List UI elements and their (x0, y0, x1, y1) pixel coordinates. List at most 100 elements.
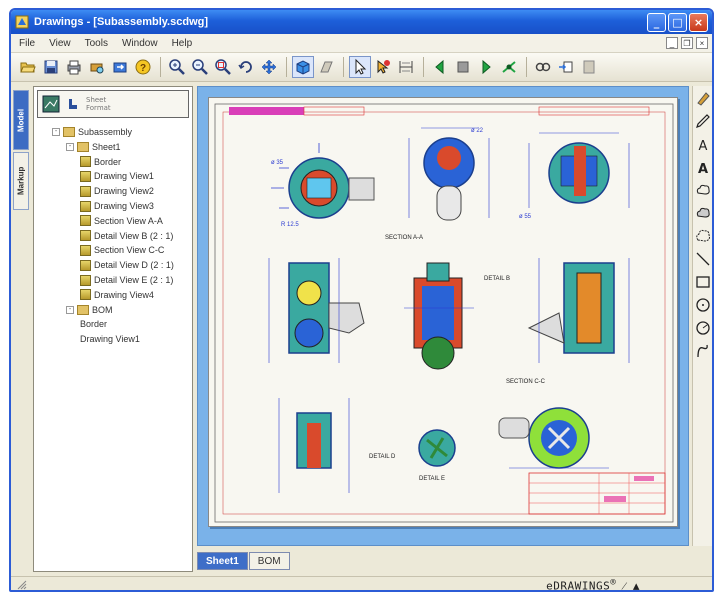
maximize-icon[interactable]: □ (668, 12, 687, 32)
detail-view-e[interactable]: DETAIL E (418, 429, 456, 482)
doc-close-icon[interactable]: × (696, 37, 708, 49)
export-icon[interactable] (109, 56, 131, 78)
tree-item[interactable]: Drawing View1 (80, 332, 140, 346)
help-icon[interactable]: ? (132, 56, 154, 78)
drawing-sheet[interactable]: ø 35 R 12.5 ø 22 ø 55 SECTION A-A DETAIL… (208, 97, 678, 527)
save-icon[interactable] (40, 56, 62, 78)
title-bar[interactable]: Drawings - [Subassembly.scdwg] _ □ × (11, 10, 712, 34)
pan-icon[interactable] (258, 56, 280, 78)
svg-text:ø 22: ø 22 (471, 128, 484, 134)
print-icon[interactable] (63, 56, 85, 78)
next-icon[interactable] (475, 56, 497, 78)
menu-tools[interactable]: Tools (85, 38, 108, 49)
minimize-icon[interactable]: _ (647, 12, 666, 32)
tree-item-label: Detail View B (2 : 1) (94, 230, 174, 241)
stop-icon[interactable] (452, 56, 474, 78)
pencil-icon[interactable] (694, 110, 712, 132)
svg-text:DETAIL B: DETAIL B (484, 276, 510, 282)
detail-view-b[interactable]: DETAIL B (404, 262, 510, 370)
detail-view-d[interactable]: DETAIL D (278, 398, 396, 493)
tree-item[interactable]: Drawing View2 (80, 184, 154, 198)
sheet-view-icon[interactable] (42, 95, 60, 113)
zoom-window-icon[interactable] (212, 56, 234, 78)
section-view-c-c[interactable]: SECTION C-C (506, 258, 630, 385)
rectangle-icon[interactable] (694, 271, 712, 293)
svg-text:DETAIL E: DETAIL E (419, 476, 445, 482)
ellipse-icon[interactable] (694, 317, 712, 339)
doc-restore-icon[interactable]: ❐ (681, 37, 693, 49)
tree-item[interactable]: - BOM (66, 303, 113, 317)
drawing-view-icon (80, 244, 91, 256)
open-icon[interactable] (17, 56, 39, 78)
tree-item[interactable]: Section View C-C (80, 243, 164, 257)
tree-item[interactable]: Detail View B (2 : 1) (80, 229, 173, 243)
tab-bom[interactable]: BOM (248, 552, 290, 570)
wireframe-icon[interactable] (315, 56, 337, 78)
tree-item[interactable]: Drawing View3 (80, 199, 154, 213)
markup-icon[interactable] (694, 87, 712, 109)
circle-icon[interactable] (694, 294, 712, 316)
toolbar-separator (526, 57, 527, 77)
tab-markup[interactable]: Markup (13, 152, 29, 210)
sheet-icon[interactable] (578, 56, 600, 78)
tree-item-label: Subassembly (78, 127, 133, 137)
svg-text:DETAIL D: DETAIL D (369, 454, 396, 460)
tree-item-label: Drawing View4 (94, 289, 154, 300)
drawing-view-front[interactable]: ø 35 R 12.5 (271, 143, 375, 228)
cloud-outline-icon[interactable] (694, 225, 712, 247)
collapse-toggle-icon[interactable]: - (66, 142, 74, 151)
format-icon[interactable] (66, 97, 80, 111)
window-title: Drawings - [Subassembly.scdwg] (34, 16, 209, 28)
cloud-fill-icon[interactable] (694, 202, 712, 224)
smart-select-icon[interactable] (372, 56, 394, 78)
select-icon[interactable] (349, 56, 371, 78)
drawing-view-right[interactable]: ø 55 (519, 132, 630, 220)
expand-icon[interactable] (498, 56, 520, 78)
drawing-graphics: ø 35 R 12.5 ø 22 ø 55 SECTION A-A DETAIL… (214, 103, 674, 523)
link-icon[interactable] (532, 56, 554, 78)
tree-item[interactable]: Section View A-A (80, 214, 163, 228)
collapse-toggle-icon[interactable]: - (66, 305, 74, 314)
curve-icon[interactable] (694, 340, 712, 362)
tree-item[interactable]: - Sheet1 (66, 140, 121, 154)
cloud-icon[interactable] (694, 179, 712, 201)
svg-text:ø 55: ø 55 (519, 214, 532, 220)
tree-item[interactable]: Drawing View4 (80, 288, 154, 302)
drawing-canvas[interactable]: ø 35 R 12.5 ø 22 ø 55 SECTION A-A DETAIL… (197, 86, 689, 546)
shaded-icon[interactable] (292, 56, 314, 78)
update-icon[interactable] (555, 56, 577, 78)
tree-item[interactable]: Drawing View1 (80, 169, 154, 183)
toolbar-separator (343, 57, 344, 77)
menu-file[interactable]: File (19, 38, 35, 49)
close-icon[interactable]: × (689, 12, 708, 32)
tree-item[interactable]: Detail View D (2 : 1) (80, 258, 174, 272)
collapse-toggle-icon[interactable]: - (52, 128, 60, 136)
rotate-icon[interactable] (235, 56, 257, 78)
text-icon[interactable]: A (694, 133, 712, 155)
line-icon[interactable] (694, 248, 712, 270)
main-toolbar: ? (11, 53, 712, 82)
tree-item[interactable]: Border (80, 155, 121, 169)
tree-item[interactable]: - Subassembly (52, 125, 132, 139)
zoom-out-icon[interactable] (189, 56, 211, 78)
tab-model[interactable]: Model (13, 90, 29, 150)
text-bold-icon[interactable]: A (694, 156, 712, 178)
section-view-a-a[interactable]: SECTION A-A (268, 235, 423, 363)
resize-grip-icon[interactable] (17, 580, 27, 590)
previous-icon[interactable] (429, 56, 451, 78)
tree-item-label: Detail View E (2 : 1) (94, 275, 174, 285)
svg-text:SECTION C-C: SECTION C-C (506, 379, 546, 385)
zoom-in-icon[interactable] (166, 56, 188, 78)
tree-item[interactable]: Border (80, 317, 107, 331)
menu-help[interactable]: Help (172, 38, 193, 49)
tree-item[interactable]: Detail View E (2 : 1) (80, 273, 173, 287)
drawing-view-top[interactable]: ø 22 (408, 127, 490, 221)
menu-window[interactable]: Window (122, 38, 158, 49)
tab-sheet1[interactable]: Sheet1 (197, 552, 248, 570)
drawing-view-isometric[interactable] (498, 407, 609, 469)
toolbar-separator (286, 57, 287, 77)
menu-view[interactable]: View (49, 38, 71, 49)
doc-minimize-icon[interactable]: _ (666, 37, 678, 49)
dimension-icon[interactable] (395, 56, 417, 78)
print-preview-icon[interactable] (86, 56, 108, 78)
